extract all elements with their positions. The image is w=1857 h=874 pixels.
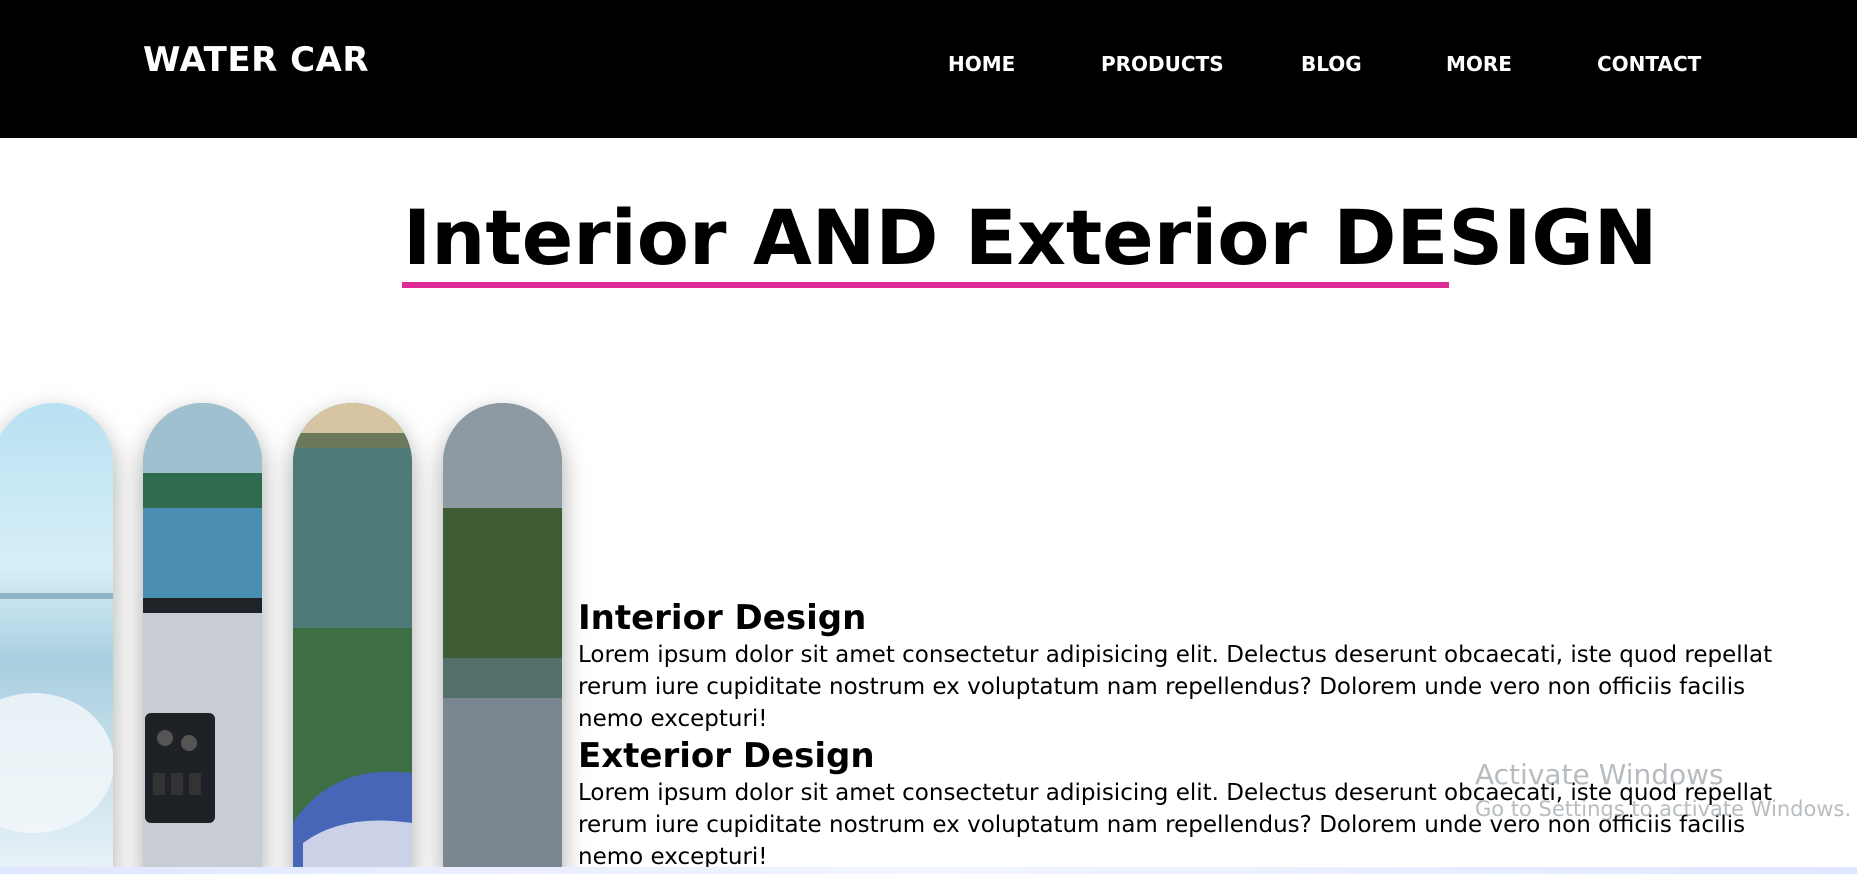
sea-spray-image — [0, 403, 113, 874]
nav-contact[interactable]: CONTACT — [1597, 52, 1701, 76]
nav-home[interactable]: HOME — [948, 52, 1015, 76]
watermark-title: Activate Windows — [1475, 758, 1724, 791]
section-body-interior: Lorem ipsum dolor sit amet consectetur a… — [578, 642, 1773, 732]
title-underline — [402, 282, 1449, 288]
activation-watermark: Activate Windows Go to Settings to activ… — [1475, 758, 1851, 821]
watermark-subtitle: Go to Settings to activate Windows. — [1475, 797, 1852, 821]
main-nav: HOME PRODUCTS BLOG MORE CONTACT — [0, 52, 1857, 82]
river-bank-image — [443, 403, 562, 874]
nav-blog[interactable]: BLOG — [1301, 52, 1362, 76]
top-navbar: WATER CAR HOME PRODUCTS BLOG MORE CONTAC… — [0, 0, 1857, 138]
taskbar-edge — [0, 867, 1857, 874]
design-content: Interior Design Lorem ipsum dolor sit am… — [578, 597, 1808, 873]
lake-water-image — [293, 403, 412, 874]
nav-more[interactable]: MORE — [1446, 52, 1512, 76]
boat-cockpit-image — [143, 403, 262, 874]
nav-products[interactable]: PRODUCTS — [1101, 52, 1224, 76]
page-title: Interior AND Exterior DESIGN — [403, 193, 1658, 282]
section-heading-interior: Interior Design — [578, 598, 867, 638]
